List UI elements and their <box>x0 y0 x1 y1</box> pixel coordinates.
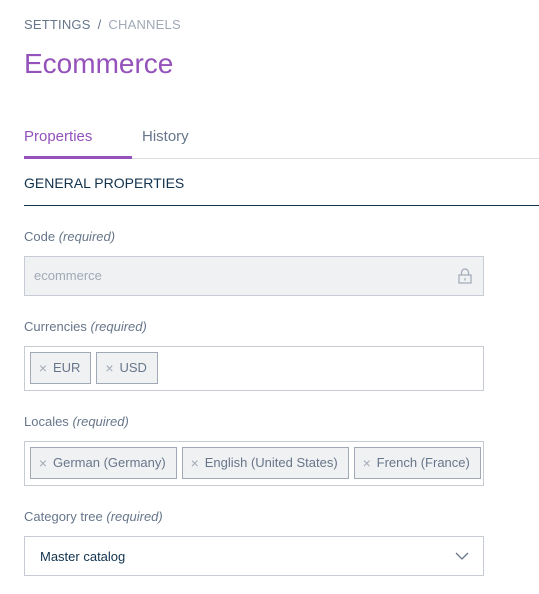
remove-chip-icon[interactable]: × <box>37 353 49 383</box>
locales-field[interactable]: × German (Germany) × English (United Sta… <box>24 441 484 486</box>
remove-chip-icon[interactable]: × <box>37 448 49 478</box>
remove-chip-icon[interactable]: × <box>103 353 115 383</box>
locales-required-text: (required) <box>72 414 129 429</box>
tab-bar: Properties History <box>24 120 539 159</box>
category-tree-label-text: Category tree <box>24 509 103 524</box>
category-tree-required-text: (required) <box>106 509 163 524</box>
breadcrumb: SETTINGS / CHANNELS <box>24 17 181 32</box>
remove-chip-icon[interactable]: × <box>361 448 373 478</box>
chip-label: EUR <box>53 360 81 375</box>
section-title: GENERAL PROPERTIES <box>24 168 539 206</box>
code-label: Code (required) <box>24 229 115 244</box>
chip-label: USD <box>119 360 147 375</box>
chip-label: French (France) <box>376 455 470 470</box>
lock-icon <box>458 268 472 284</box>
code-label-text: Code <box>24 229 56 244</box>
category-tree-label: Category tree (required) <box>24 509 163 524</box>
tab-properties[interactable]: Properties <box>24 120 132 159</box>
currency-chip-eur: × EUR <box>30 352 92 384</box>
code-required-text: (required) <box>58 229 116 244</box>
currencies-field[interactable]: × EUR × USD <box>24 346 484 391</box>
locale-chip-french: × French (France) <box>353 447 481 479</box>
currencies-label: Currencies (required) <box>24 319 147 334</box>
breadcrumb-separator: / <box>97 17 102 32</box>
currency-chip-usd: × USD <box>96 352 158 384</box>
currencies-label-text: Currencies <box>24 319 87 334</box>
page-title: Ecommerce <box>24 48 174 79</box>
remove-chip-icon[interactable]: × <box>189 448 201 478</box>
code-field: ecommerce <box>24 256 484 296</box>
chevron-down-icon[interactable] <box>455 551 469 561</box>
locale-chip-english: × English (United States) <box>181 447 349 479</box>
locales-label-text: Locales <box>24 414 69 429</box>
breadcrumb-settings[interactable]: SETTINGS <box>24 17 91 32</box>
chip-label: German (Germany) <box>53 455 166 470</box>
tab-history[interactable]: History <box>142 120 189 159</box>
category-tree-value: Master catalog <box>40 549 126 564</box>
locales-label: Locales (required) <box>24 414 129 429</box>
code-value: ecommerce <box>34 268 102 283</box>
locale-chip-german: × German (Germany) <box>30 447 177 479</box>
chip-label: English (United States) <box>204 455 338 470</box>
category-tree-select[interactable]: Master catalog <box>24 536 484 576</box>
breadcrumb-channels[interactable]: CHANNELS <box>108 17 180 32</box>
currencies-required-text: (required) <box>90 319 147 334</box>
channel-edit-page: SETTINGS / CHANNELS Ecommerce Properties… <box>0 0 539 594</box>
